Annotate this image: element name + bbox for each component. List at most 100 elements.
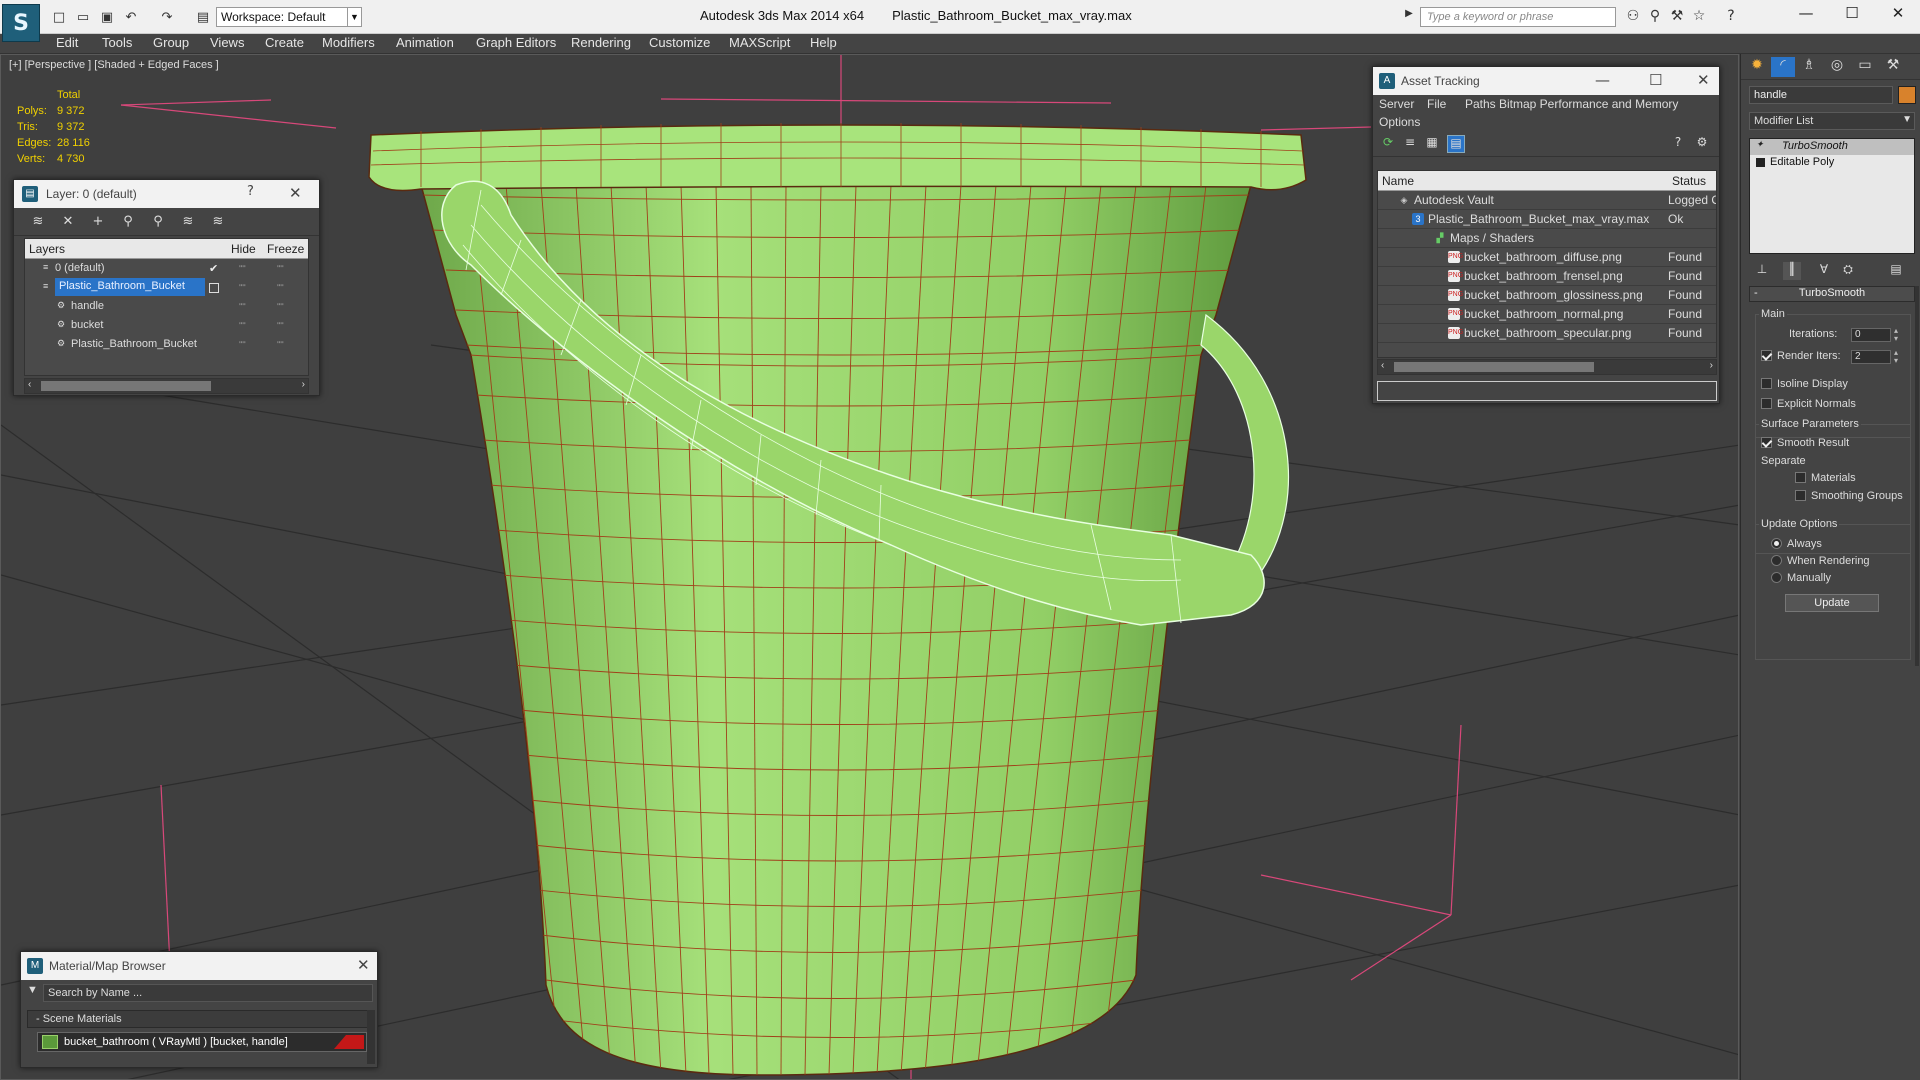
menu-group[interactable]: Group xyxy=(153,35,189,50)
asset-menu-bitmap[interactable]: Bitmap Performance and Memory xyxy=(1499,97,1678,111)
asset-menu-paths[interactable]: Paths xyxy=(1465,97,1496,111)
stack-item-editable-poly[interactable]: Editable Poly xyxy=(1750,155,1914,171)
display-tab-icon[interactable]: ▭ xyxy=(1853,57,1877,77)
turbosmooth-rollout-header[interactable]: - TurboSmooth xyxy=(1749,286,1915,302)
set-active-box[interactable] xyxy=(209,283,219,293)
layer-row-handle[interactable]: ⚙ handle ┉ ┉ xyxy=(25,297,308,316)
object-color-swatch[interactable] xyxy=(1898,86,1916,104)
asset-row-maps[interactable]: ▞ Maps / Shaders xyxy=(1378,229,1716,248)
asset-row-frensel[interactable]: PNG bucket_bathroom_frensel.png Found xyxy=(1378,267,1716,286)
highlight-layer-icon[interactable]: ≋ xyxy=(178,214,198,230)
save-file-icon[interactable]: ▣ xyxy=(98,8,116,26)
communication-icon[interactable]: ⚒ xyxy=(1668,8,1686,26)
new-file-icon[interactable]: □ xyxy=(50,8,68,26)
update-button[interactable]: Update xyxy=(1785,594,1879,612)
remove-modifier-icon[interactable]: ⛭ xyxy=(1839,262,1857,280)
asset-menu-server[interactable]: Server xyxy=(1379,97,1414,111)
help-icon[interactable]: ? xyxy=(1669,135,1687,153)
minimize-button[interactable]: — xyxy=(1786,4,1826,26)
browser-options-icon[interactable]: ▼ xyxy=(27,984,38,996)
viewport-label[interactable]: [+] [Perspective ] [Shaded + Edged Faces… xyxy=(9,59,219,71)
object-name-field[interactable]: handle xyxy=(1749,86,1893,104)
material-item-bucket-bathroom[interactable]: bucket_bathroom ( VRayMtl ) [bucket, han… xyxy=(37,1032,367,1052)
redo-icon[interactable]: ↷ xyxy=(158,8,176,26)
menu-create[interactable]: Create xyxy=(265,35,304,50)
help-button[interactable]: ? xyxy=(247,184,254,199)
app-logo-icon[interactable]: S xyxy=(2,4,40,42)
smoothing-groups-checkbox[interactable] xyxy=(1795,490,1806,501)
favorites-star-icon[interactable]: ☆ xyxy=(1690,8,1708,26)
menu-help[interactable]: Help xyxy=(810,35,837,50)
col-freeze[interactable]: Freeze xyxy=(267,242,304,256)
hide-all-icon[interactable]: ≋ xyxy=(208,214,228,230)
material-browser-titlebar[interactable]: M Material/Map Browser ✕ xyxy=(21,952,377,980)
layer-row-plastic-bucket[interactable]: ≡ Plastic_Bathroom_Bucket ┉ ┉ xyxy=(25,278,308,297)
close-layer-panel-button[interactable]: ✕ xyxy=(289,184,302,202)
hide-toggle[interactable]: ┉ xyxy=(239,317,246,330)
menu-edit[interactable]: Edit xyxy=(56,35,78,50)
asset-row-max-file[interactable]: 3 Plastic_Bathroom_Bucket_max_vray.max O… xyxy=(1378,210,1716,229)
make-unique-icon[interactable]: ∀ xyxy=(1815,262,1833,280)
layers-icon[interactable]: ≋ xyxy=(28,214,48,230)
freeze-toggle[interactable]: ┉ xyxy=(277,317,284,330)
asset-panel-titlebar[interactable]: A Asset Tracking — ☐ ✕ xyxy=(1373,67,1719,95)
col-hide[interactable]: Hide xyxy=(231,242,256,256)
select-layer-icon[interactable]: ⚲ xyxy=(148,214,168,230)
hierarchy-tab-icon[interactable]: ♗ xyxy=(1797,57,1821,77)
update-always-radio[interactable] xyxy=(1771,538,1782,549)
select-objects-icon[interactable]: ⚲ xyxy=(118,214,138,230)
subscription-icon[interactable]: ⚲ xyxy=(1646,8,1664,26)
thumbnail-view-icon[interactable]: ▦ xyxy=(1423,135,1441,153)
scroll-left-icon[interactable]: ‹ xyxy=(28,379,31,390)
menu-modifiers[interactable]: Modifiers xyxy=(322,35,375,50)
refresh-icon[interactable]: ⟳ xyxy=(1379,135,1397,153)
asset-row-normal[interactable]: PNG bucket_bathroom_normal.png Found xyxy=(1378,305,1716,324)
layer-row-plastic-bucket-object[interactable]: ⚙ Plastic_Bathroom_Bucket ┉ ┉ xyxy=(25,335,308,354)
create-tab-sun-icon[interactable]: ✹ xyxy=(1745,57,1769,77)
freeze-toggle[interactable]: ┉ xyxy=(277,260,284,273)
close-window-button[interactable]: ✕ xyxy=(1878,4,1918,26)
modify-tab-icon[interactable]: ◜ xyxy=(1771,57,1795,77)
menu-animation[interactable]: Animation xyxy=(396,35,454,50)
show-end-result-icon[interactable]: ║ xyxy=(1783,262,1801,280)
hide-toggle[interactable]: ┉ xyxy=(239,336,246,349)
pin-stack-icon[interactable]: ⊥ xyxy=(1753,262,1771,280)
menu-views[interactable]: Views xyxy=(210,35,244,50)
iterations-spinner[interactable]: 0 xyxy=(1851,327,1902,343)
workspace-dropdown[interactable]: Workspace: Default ▼ xyxy=(216,7,362,27)
isoline-display-checkbox[interactable] xyxy=(1761,378,1772,389)
scroll-left-icon[interactable]: ‹ xyxy=(1381,360,1384,371)
menu-customize[interactable]: Customize xyxy=(649,35,710,50)
col-status[interactable]: Status xyxy=(1672,174,1706,188)
settings-icon[interactable]: ⚙ xyxy=(1693,135,1711,153)
list-view-icon[interactable]: ≡ xyxy=(1401,135,1419,153)
asset-menu-options[interactable]: Options xyxy=(1379,115,1420,129)
asset-horizontal-scrollbar[interactable]: ‹ › xyxy=(1377,359,1717,375)
scroll-right-icon[interactable]: › xyxy=(302,379,305,390)
asset-row-vault[interactable]: ◈ Autodesk Vault Logged O xyxy=(1378,191,1716,210)
explicit-normals-checkbox[interactable] xyxy=(1761,398,1772,409)
table-view-icon[interactable]: ▤ xyxy=(1447,135,1465,153)
smooth-result-checkbox[interactable] xyxy=(1761,437,1772,448)
material-search-input[interactable]: Search by Name ... xyxy=(43,984,373,1002)
stack-item-turbosmooth[interactable]: ✦ TurboSmooth xyxy=(1750,139,1914,155)
render-iters-checkbox[interactable] xyxy=(1761,350,1772,361)
lightbulb-icon[interactable]: ✦ xyxy=(1756,139,1765,149)
expand-box-icon[interactable] xyxy=(1756,158,1765,167)
configure-sets-icon[interactable]: ▤ xyxy=(1887,262,1905,280)
menu-graph-editors[interactable]: Graph Editors xyxy=(476,35,556,50)
layer-horizontal-scrollbar[interactable]: ‹ › xyxy=(24,378,309,394)
binoculars-icon[interactable]: ⚇ xyxy=(1624,8,1642,26)
scroll-right-icon[interactable]: › xyxy=(1710,360,1713,371)
hide-toggle[interactable]: ┉ xyxy=(239,298,246,311)
freeze-toggle[interactable]: ┉ xyxy=(277,336,284,349)
scroll-thumb[interactable] xyxy=(1394,362,1594,372)
command-panel-scrollbar[interactable] xyxy=(1915,286,1919,666)
menu-tools[interactable]: Tools xyxy=(102,35,132,50)
active-layer-check-icon[interactable]: ✔ xyxy=(209,262,218,275)
close-asset-panel-button[interactable]: ✕ xyxy=(1697,71,1710,89)
maximize-button[interactable]: ☐ xyxy=(1832,4,1872,26)
keyword-search-input[interactable]: Type a keyword or phrase xyxy=(1420,7,1616,27)
asset-row-glossiness[interactable]: PNG bucket_bathroom_glossiness.png Found xyxy=(1378,286,1716,305)
update-manually-radio[interactable] xyxy=(1771,572,1782,583)
